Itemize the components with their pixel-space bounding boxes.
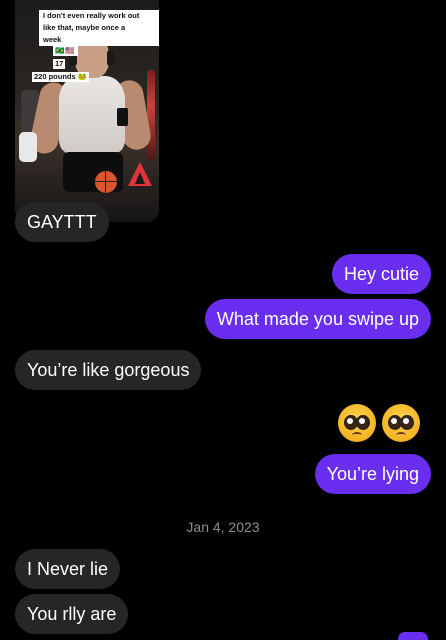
outgoing-message[interactable]: What made you swipe up [204, 299, 431, 339]
story-caption: I don't even really work out like that, … [39, 10, 159, 46]
caption-line: week [41, 35, 64, 44]
basketball-icon [94, 170, 118, 194]
incoming-message[interactable]: GAYTTT [15, 202, 109, 242]
weight-label: 220 pounds 🐸 [32, 72, 90, 82]
incoming-message[interactable]: I Never lie [15, 549, 121, 589]
chat-screen: I don't even really work out like that, … [0, 0, 446, 640]
outgoing-message-partial [398, 632, 428, 640]
incoming-message[interactable]: You rlly are [15, 594, 129, 634]
outgoing-message[interactable]: Hey cutie [331, 254, 431, 294]
headphones-icon [107, 50, 115, 66]
caption-line: I don't even really work out [41, 11, 142, 20]
flags-label: 🇧🇷🇺🇸 [53, 46, 78, 56]
story-reply-preview[interactable]: I don't even really work out like that, … [15, 0, 159, 222]
caption-line: like that, maybe once a [41, 23, 128, 32]
phone-icon [117, 108, 128, 126]
pleading-face-icon [338, 404, 376, 442]
tank-top [59, 76, 125, 154]
bottle [19, 132, 37, 162]
age-label: 17 [53, 59, 66, 69]
emoji-message[interactable] [338, 404, 420, 442]
outgoing-message[interactable]: You’re lying [314, 454, 431, 494]
background-light [147, 70, 155, 160]
apex-logo-icon [128, 162, 152, 186]
date-separator: Jan 4, 2023 [186, 519, 260, 535]
incoming-message[interactable]: You’re like gorgeous [15, 350, 202, 390]
pleading-face-icon [382, 404, 420, 442]
